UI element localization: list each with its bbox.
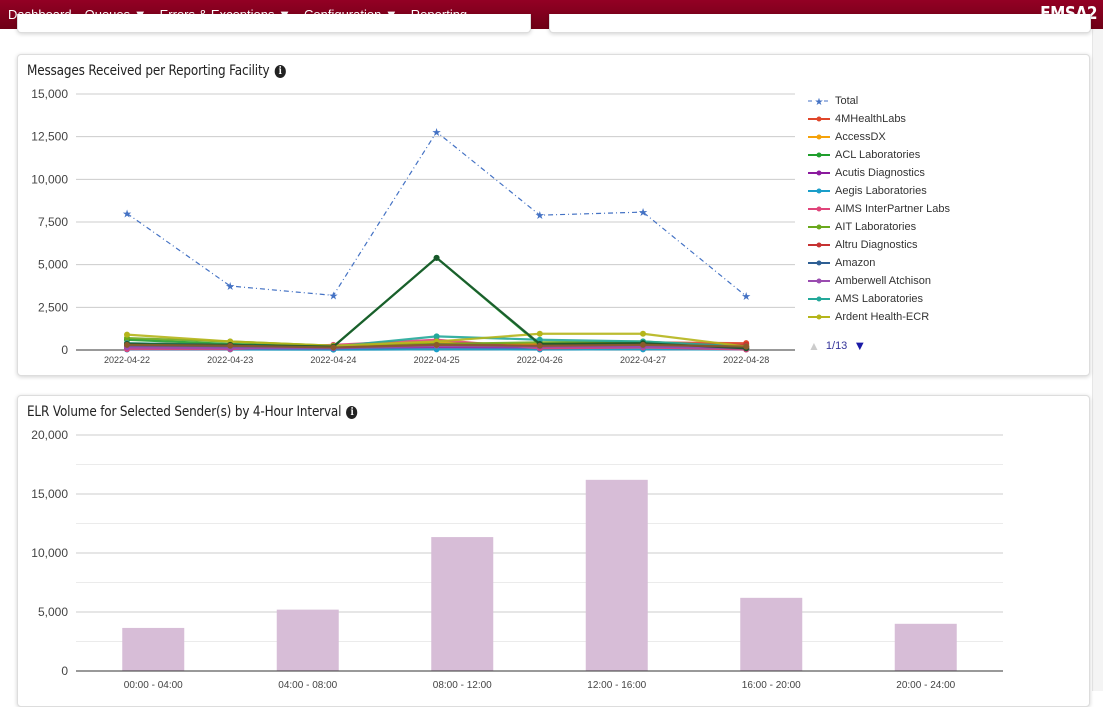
- y-tick-label: 0: [61, 664, 68, 678]
- bar[interactable]: [431, 537, 493, 671]
- x-tick-label: 16:00 - 20:00: [742, 680, 801, 691]
- x-tick-label: 20:00 - 24:00: [896, 680, 955, 691]
- bar[interactable]: [122, 628, 184, 671]
- y-tick-label: 15,000: [31, 487, 68, 501]
- y-tick-label: 5,000: [38, 605, 68, 619]
- x-tick-label: 00:00 - 04:00: [124, 680, 183, 691]
- bar[interactable]: [277, 610, 339, 671]
- bar[interactable]: [740, 598, 802, 671]
- x-tick-label: 12:00 - 16:00: [587, 680, 646, 691]
- bar[interactable]: [895, 624, 957, 671]
- y-tick-label: 20,000: [31, 428, 68, 442]
- bar[interactable]: [586, 480, 648, 671]
- x-tick-label: 04:00 - 08:00: [278, 680, 337, 691]
- bar-chart: 0 5,000 10,000 15,000 20,000 00:00 - 04:00 04:…: [0, 0, 1103, 691]
- x-tick-label: 08:00 - 12:00: [433, 680, 492, 691]
- y-tick-label: 10,000: [31, 546, 68, 560]
